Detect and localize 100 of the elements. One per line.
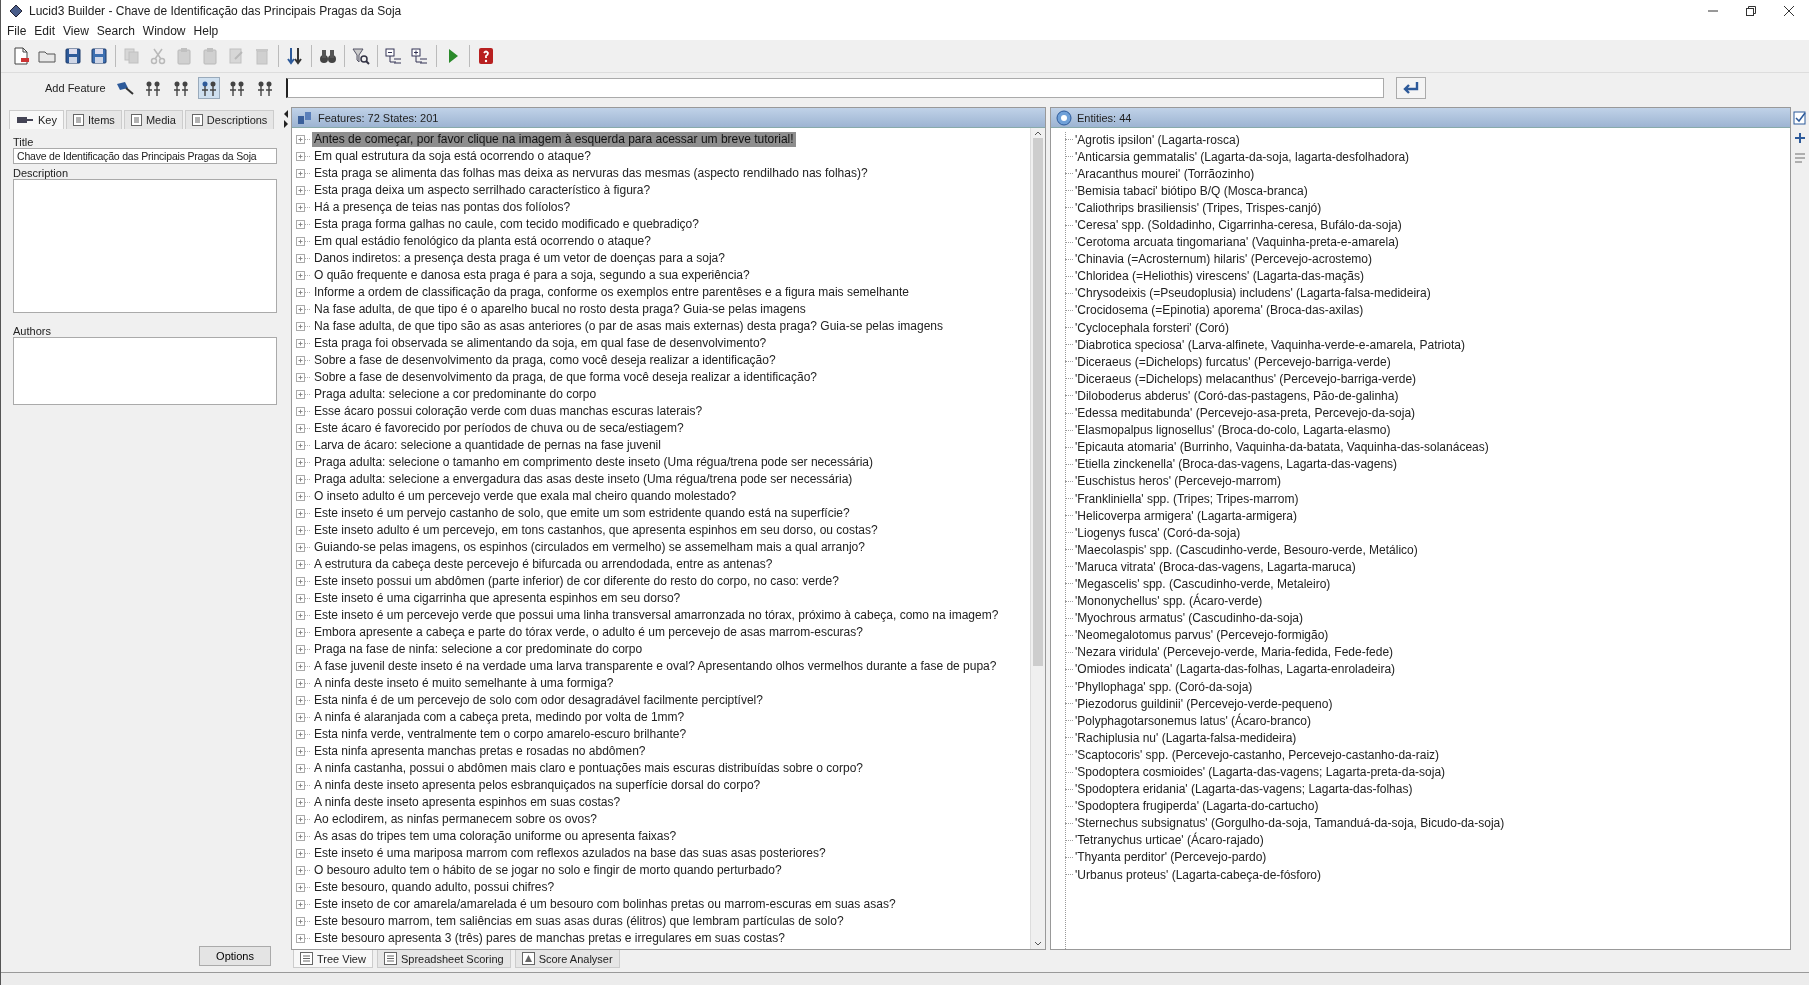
entity-item[interactable]: 'Elasmopalpus lignosellus' (Broca-do-colo, Lagarta-elasmo) xyxy=(1075,423,1391,438)
expand-icon[interactable] xyxy=(296,848,311,859)
expand-icon[interactable] xyxy=(296,321,311,332)
expand-icon[interactable] xyxy=(296,916,311,927)
view-tab[interactable]: Tree View xyxy=(293,950,373,968)
feature-item[interactable]: A fase juvenil deste inseto é na verdade uma larva transparente e oval? Apresentando olhos vermelhos durante a fase de pupa? xyxy=(312,659,999,674)
panel-tab[interactable]: Items xyxy=(65,110,122,129)
entity-item[interactable]: 'Polyphagotarsonemus latus' (Ácaro-branco) xyxy=(1075,713,1312,728)
expand-icon[interactable] xyxy=(296,508,311,519)
expand-icon[interactable] xyxy=(296,542,311,553)
expand-icon[interactable] xyxy=(296,491,311,502)
expand-icon[interactable] xyxy=(296,355,311,366)
panel-tab[interactable]: Media xyxy=(123,110,183,129)
feature-item[interactable]: Há a presença de teias nas pontas dos folíolos? xyxy=(312,200,573,215)
feature-item[interactable]: A ninfa castanha, possui o abdômen mais claro e pontuações mais escuras distribuídas sobre o corpo? xyxy=(312,761,865,776)
tree-minus-icon[interactable] xyxy=(384,46,404,66)
feature-item[interactable]: Este inseto adulto é um percevejo, em tons castanhos, que apresenta espinhos em seu dorso, ou costas? xyxy=(312,523,880,538)
feature-item[interactable]: Este inseto é um pervejo castanho de solo, que emite um som estridente quando está na superfície? xyxy=(312,506,852,521)
expand-icon[interactable] xyxy=(296,865,311,876)
feature-item[interactable]: Este besouro marrom, tem saliências em suas asas duras (élitros) que lembram partículas de solo? xyxy=(312,914,846,929)
entity-item[interactable]: 'Urbanus proteus' (Lagarta-cabeça-de-fósforo) xyxy=(1075,867,1322,882)
entity-item[interactable]: 'Anticarsia gemmatalis' (Lagarta-da-soja, lagarta-desfolhadora) xyxy=(1075,149,1410,164)
expand-icon[interactable] xyxy=(296,151,311,162)
entity-item[interactable]: 'Spodoptera cosmioides' (Lagarta-das-vagens; Lagarta-preta-da-soja) xyxy=(1075,765,1446,779)
feature-item[interactable]: Esta praga se alimenta das folhas mas deixa as nervuras das mesmas (aspecto rendilhado nas folhas)? xyxy=(312,166,870,181)
entity-item[interactable]: 'Spodoptera eridania' (Lagarta-das-vagens; Lagarta-das-folhas) xyxy=(1075,782,1413,797)
feature-item[interactable]: Embora apresente a cabeça e parte do tórax verde, o adulto é um percevejo de asas marrom-escuras? xyxy=(312,625,865,640)
expand-icon[interactable] xyxy=(296,253,311,264)
expand-icon[interactable] xyxy=(296,882,311,893)
options-button[interactable]: Options xyxy=(199,946,271,966)
expand-icon[interactable] xyxy=(296,474,311,485)
entity-item[interactable]: 'Crocidosema (=Epinotia) aporema' (Broca-das-axilas) xyxy=(1075,303,1364,318)
expand-icon[interactable] xyxy=(296,202,311,213)
expand-icon[interactable] xyxy=(296,780,311,791)
feature-item[interactable]: O besouro adulto tem o hábito de se jogar no solo e fingir de morto quando perturbado? xyxy=(312,863,784,878)
expand-icon[interactable] xyxy=(296,627,311,638)
entity-item[interactable]: 'Aracanthus mourei' (Torrãozinho) xyxy=(1075,166,1255,181)
expand-icon[interactable] xyxy=(296,457,311,468)
restore-icon[interactable] xyxy=(1745,5,1757,17)
title-field[interactable]: Chave de Identificação das Principais Pragas da Soja xyxy=(13,148,277,164)
expand-icon[interactable] xyxy=(296,746,311,757)
feature-item[interactable]: Este inseto possui um abdômen (parte inferior) de cor diferente do resto do corpo, no caso: verde? xyxy=(312,574,841,589)
entity-item[interactable]: 'Thyanta perditor' (Percevejo-pardo) xyxy=(1075,850,1267,865)
close-icon[interactable] xyxy=(1783,5,1795,17)
expand-icon[interactable] xyxy=(296,695,311,706)
feature-item[interactable]: Guiando-se pelas imagens, os espinhos (circulados em vermelho) se assemelham mais a qual arranjo? xyxy=(312,540,867,555)
menu-item[interactable]: Help xyxy=(193,24,219,38)
expand-icon[interactable] xyxy=(296,372,311,383)
entity-item[interactable]: 'Edessa meditabunda' (Percevejo-asa-preta, Percevejo-da-soja) xyxy=(1075,406,1416,421)
entity-item[interactable]: 'Maruca vitrata' (Broca-das-vagens, Lagarta-maruca) xyxy=(1075,559,1356,574)
feature-item[interactable]: Este ácaro é favorecido por períodos de chuva ou de seca/estiagem? xyxy=(312,421,686,436)
expand-icon[interactable] xyxy=(296,304,311,315)
entity-item[interactable]: 'Megascelis' spp. (Cascudinho-verde, Metaleiro) xyxy=(1075,577,1331,591)
panel-tab[interactable]: Descriptions xyxy=(184,110,275,129)
feature-item[interactable]: Este inseto de cor amarela/amarelada é um besouro com bolinhas pretas ou marrom-escuras em suas asas? xyxy=(312,897,898,912)
entity-item[interactable]: 'Diloboderus abderus' (Coró-das-pastagens, Pão-de-galinha) xyxy=(1075,388,1399,403)
entity-item[interactable]: 'Helicoverpa armigera' (Lagarta-armigera) xyxy=(1075,508,1297,523)
entity-item[interactable]: 'Caliothrips brasiliensis' (Tripes, Trispes-canjó) xyxy=(1075,200,1322,215)
filter-icon[interactable] xyxy=(351,46,371,66)
feature-item[interactable]: Praga na fase de ninfa: selecione a cor predominate do corpo xyxy=(312,642,645,657)
menu-item[interactable]: File xyxy=(7,24,27,38)
feature-item[interactable]: A estrutura da cabeça deste percevejo é bifurcada ou arrendodada, entre as antenas? xyxy=(312,557,775,572)
expand-icon[interactable] xyxy=(296,593,311,604)
view-tab[interactable]: Spreadsheet Scoring xyxy=(376,950,511,968)
feature-item[interactable]: Em qual estádio fenológico da planta está ocorrendo o ataque? xyxy=(312,234,653,249)
expand-icon[interactable] xyxy=(296,134,311,145)
expand-icon[interactable] xyxy=(296,168,311,179)
expand-icon[interactable] xyxy=(296,423,311,434)
feature-item[interactable]: Este inseto é um percevejo verde que possui uma linha transversal amarronzada no tórax, próximo à cabeça, como na imagem? xyxy=(312,608,1001,623)
feature-item[interactable]: Praga adulta: selecione a envergadura das asas deste inseto (Uma régua/trena pode ser necessária) xyxy=(312,472,855,487)
entity-item[interactable]: 'Agrotis ipsilon' (Lagarta-rosca) xyxy=(1075,132,1240,147)
command-input-field[interactable] xyxy=(285,78,1384,98)
expand-icon[interactable] xyxy=(296,797,311,808)
entity-item[interactable]: 'Bemisia tabaci' biótipo B/Q (Mosca-branca) xyxy=(1075,183,1308,198)
expand-icon[interactable] xyxy=(296,712,311,723)
help-icon[interactable] xyxy=(476,46,496,66)
entity-item[interactable]: 'Etiella zinckenella' (Broca-das-vagens, Lagarta-das-vagens) xyxy=(1075,457,1398,472)
feature-item[interactable]: Este besouro, quando adulto, possui chifres? xyxy=(312,880,557,895)
feature-item[interactable]: Danos indiretos: a presença desta praga é um vetor de doenças para a soja? xyxy=(312,251,727,266)
scrollbar[interactable] xyxy=(1030,128,1045,949)
splitter-arrows-icon[interactable] xyxy=(283,109,289,129)
entity-item[interactable]: 'Scaptocoris' spp. (Percevejo-castanho, Percevejo-castanho-da-raiz) xyxy=(1075,747,1440,762)
entity-item[interactable]: 'Nezara viridula' (Percevejo-verde, Maria-fedida, Fede-fede) xyxy=(1075,645,1394,660)
menu-item[interactable]: Edit xyxy=(34,24,56,38)
expand-icon[interactable] xyxy=(296,270,311,281)
expand-icon[interactable] xyxy=(296,933,311,944)
feature-item[interactable]: Na fase adulta, de que tipo é o aparelho bucal no rosto desta praga? Guia-se pelas imagens xyxy=(312,302,808,317)
expand-icon[interactable] xyxy=(296,729,311,740)
expand-icon[interactable] xyxy=(296,559,311,570)
feature-item[interactable]: Esta praga foi observada se alimentando da soja, em qual fase de desenvolvimento? xyxy=(312,336,769,351)
view-tab[interactable]: Score Analyser xyxy=(514,950,620,968)
feature-item[interactable]: A ninfa é alaranjada com a cabeça preta, medindo por volta de 1mm? xyxy=(312,710,687,725)
feature-item[interactable]: Larva de ácaro: selecione a quantidade de pernas na fase juvenil xyxy=(312,438,663,453)
expand-icon[interactable] xyxy=(296,185,311,196)
tree-plus-icon[interactable] xyxy=(410,46,430,66)
expand-icon[interactable] xyxy=(296,814,311,825)
menu-item[interactable]: Search xyxy=(96,24,135,38)
entity-item[interactable]: 'Cyclocephala forsteri' (Coró) xyxy=(1075,320,1229,335)
expand-icon[interactable] xyxy=(296,576,311,587)
feature-item[interactable]: A ninfa deste inseto apresenta espinhos em suas costas? xyxy=(312,795,623,810)
